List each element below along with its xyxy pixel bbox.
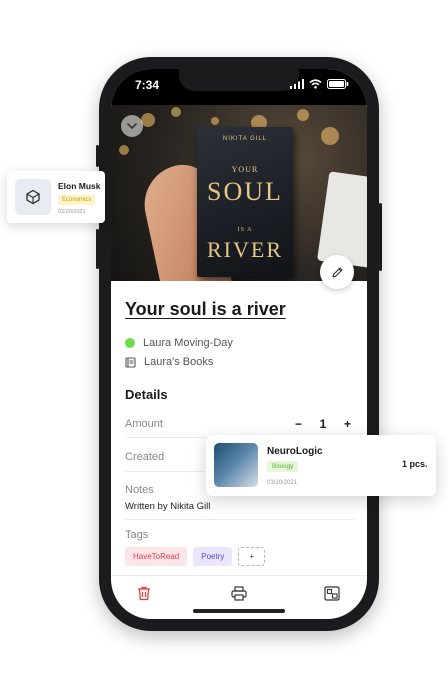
add-tag-button[interactable]: + — [238, 547, 266, 566]
home-indicator — [193, 609, 285, 613]
edit-button[interactable] — [320, 255, 354, 289]
background-sign — [317, 171, 367, 269]
card-title: Elon Musk — [58, 181, 101, 191]
pencil-icon — [331, 266, 343, 278]
divider — [125, 519, 355, 520]
notes-value[interactable]: Written by Nikita Gill — [125, 501, 210, 512]
library-name: Laura's Books — [144, 356, 214, 368]
decrement-button[interactable]: − — [295, 417, 302, 431]
trash-icon[interactable] — [137, 586, 151, 601]
printer-icon[interactable] — [231, 586, 247, 601]
increment-button[interactable]: + — [344, 417, 351, 431]
owner-name: Laura Moving-Day — [143, 337, 233, 349]
tag-poetry[interactable]: Poetry — [193, 547, 233, 566]
owner-row: Laura Moving-Day — [125, 337, 233, 349]
power-button — [379, 203, 382, 271]
book-card-elon-musk[interactable]: Elon Musk Economics 03/20/2021 — [7, 171, 105, 223]
chevron-down-icon — [127, 122, 137, 129]
signal-icon — [290, 79, 304, 89]
card-date: 03/20/2021 — [58, 209, 86, 215]
cover-author: NIKITA GILL — [222, 136, 268, 142]
book-card-neurologic[interactable]: NeuroLogic Biology 03/20/2021 1 pcs. — [206, 435, 436, 496]
volume-down-button — [96, 229, 99, 269]
created-label: Created — [125, 451, 165, 463]
card-date: 03/20/2021 — [267, 480, 298, 486]
book-title: Your soul is a river — [125, 299, 286, 319]
cover-word-is-a: IS A — [237, 227, 253, 233]
collapse-button[interactable] — [121, 115, 143, 137]
cover-word-your: YOUR — [231, 165, 259, 174]
card-title: NeuroLogic — [267, 446, 323, 457]
card-tag: Economics — [58, 195, 96, 205]
cover-word-river: RIVER — [207, 237, 283, 262]
battery-icon — [327, 79, 349, 89]
mute-switch — [96, 145, 99, 167]
library-row: Laura's Books — [125, 356, 213, 368]
book-icon — [125, 356, 136, 368]
move-icon[interactable] — [324, 586, 340, 601]
book-cover-photo: NIKITA GILL YOUR SOUL IS A RIVER — [111, 105, 367, 281]
notch — [179, 69, 299, 91]
tag-havetoread[interactable]: HaveToRead — [125, 547, 188, 566]
details-heading: Details — [125, 387, 168, 402]
card-tag: Biology — [267, 461, 299, 472]
wifi-icon — [309, 79, 322, 89]
cover-word-soul: SOUL — [207, 177, 283, 206]
tag-list: HaveToRead Poetry + — [125, 547, 266, 566]
elon-thumbnail — [15, 179, 51, 215]
tags-label: Tags — [125, 529, 149, 541]
amount-stepper: − 1 + — [295, 417, 351, 431]
app-screen: 7:34 NIKITA GILL YOUR SOUL IS A RIVER Yo… — [111, 69, 367, 619]
cube-logo-icon — [26, 189, 40, 205]
card-quantity: 1 pcs. — [402, 459, 428, 469]
amount-value: 1 — [319, 417, 327, 431]
status-time: 7:34 — [135, 78, 160, 92]
notes-label: Notes — [125, 484, 154, 496]
book-cover: NIKITA GILL YOUR SOUL IS A RIVER — [197, 127, 293, 277]
neurologic-thumbnail — [214, 443, 258, 487]
owner-status-dot — [125, 338, 135, 348]
phone-frame: 7:34 NIKITA GILL YOUR SOUL IS A RIVER Yo… — [96, 57, 382, 631]
status-bar: 7:34 — [111, 69, 367, 105]
amount-label: Amount — [125, 418, 163, 430]
status-icons — [290, 79, 349, 89]
